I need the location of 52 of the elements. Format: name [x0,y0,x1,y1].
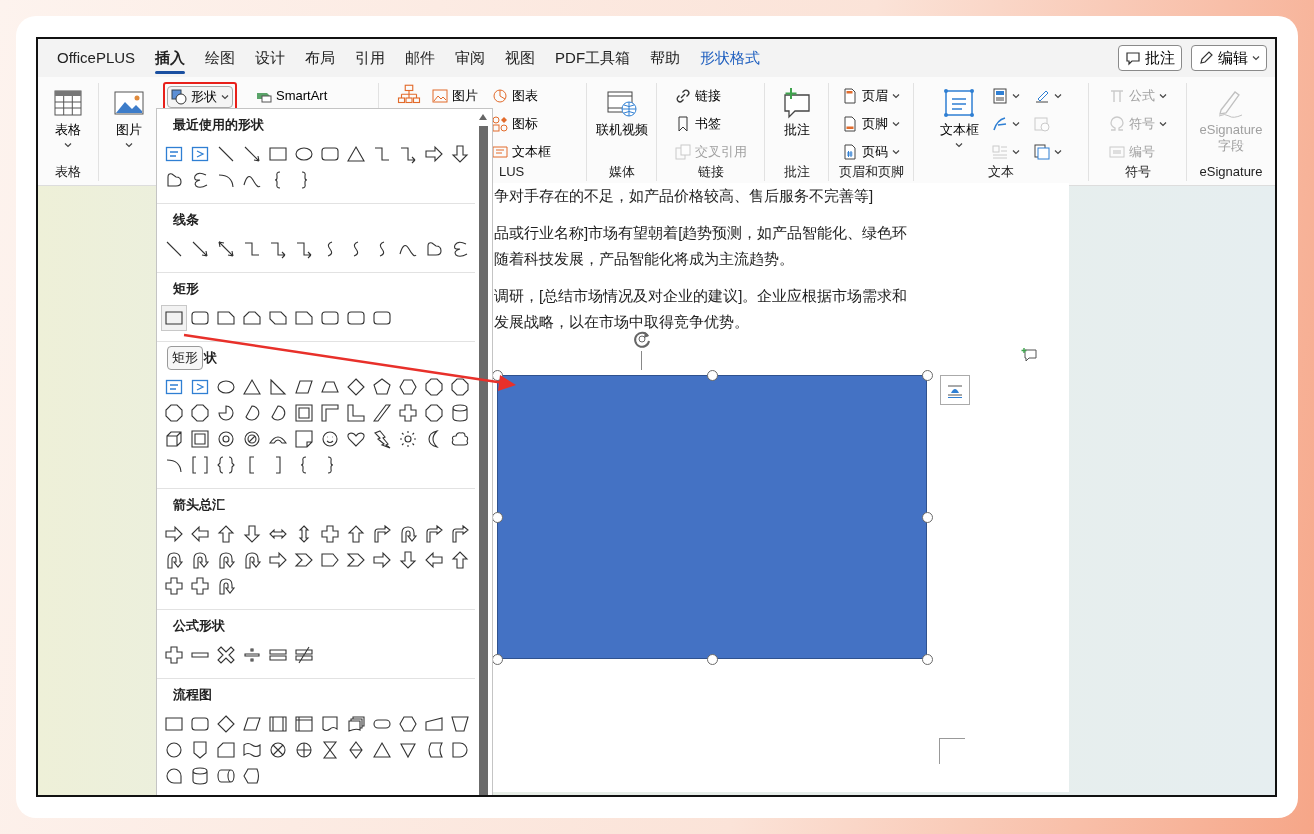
section-title: 箭头总汇 [173,496,225,515]
comment-button[interactable]: 批注 [1118,45,1182,71]
ribbon-button[interactable]: SmartArt [253,85,331,107]
group-label: 链接 [696,163,725,181]
ribbon-button[interactable]: 图表 [489,85,554,107]
document-text: 发展战略，以在市场中取得竞争优势。 [494,312,750,332]
document-text: 调研，[总结市场情况及对企业的建议]。企业应根据市场需求和 [494,286,909,306]
section-title: 最近使用的形状 [173,116,264,135]
group-label: 批注 [782,163,811,181]
ribbon-tab[interactable]: PDF工具箱 [545,39,641,77]
ribbon-tab[interactable]: 审阅 [445,39,496,77]
ribbon-tab[interactable]: 视图 [495,39,546,77]
ribbon-button[interactable]: 批注 [778,85,815,140]
section-title: 公式形状 [173,617,225,636]
ribbon-tab[interactable]: 邮件 [395,39,446,77]
group-label: LUS [498,163,526,181]
section-title: 矩形 [173,280,199,299]
edit-button[interactable]: 编辑 [1191,45,1267,71]
ribbon-button[interactable]: 书签 [671,113,750,135]
ribbon-button[interactable]: 文本框 [489,141,554,163]
ribbon-button[interactable]: 链接 [671,85,750,107]
ribbon-button[interactable]: 表格 [50,85,86,151]
ribbon-button[interactable]: 形状 [167,86,233,108]
ribbon-button[interactable]: 页码 [839,141,903,163]
ribbon-tab[interactable]: 帮助 [640,39,691,77]
document-text: 随着科技发展，产品智能化将成为主流趋势。 [494,249,795,269]
group-label: 符号 [1123,163,1152,181]
group-label: eSignature [1198,163,1264,181]
group-label: 页眉和页脚 [837,163,905,181]
tooltip: 矩形 [167,346,203,370]
ribbon-tab[interactable]: 布局 [295,39,346,77]
document-text: 品或行业名称]市场有望朝着[趋势预测，如产品智能化、绿色环 [494,223,909,243]
ribbon-button[interactable]: 图标 [489,113,554,135]
ribbon-tab[interactable]: 绘图 [195,39,246,77]
ribbon-button[interactable]: 页脚 [839,113,903,135]
ribbon-button[interactable]: 联机视频 [593,85,650,140]
ribbon-tab[interactable]: OfficePLUS [47,39,146,77]
ribbon-button[interactable]: 图片 [111,85,147,151]
ribbon-tab[interactable]: 形状格式 [690,39,771,77]
section-title: 线条 [173,211,199,230]
document-text: 争对手存在的不足，如产品价格较高、售后服务不完善等] [494,186,875,206]
ribbon-button[interactable]: 文本框 [937,85,981,151]
ribbon-tab[interactable]: 引用 [345,39,396,77]
ribbon-tab[interactable]: 插入 [145,39,196,77]
ribbon-tab[interactable]: 设计 [245,39,296,77]
group-label: 文本 [987,163,1015,181]
section-title: 流程图 [173,686,212,705]
group-label: 表格 [54,163,82,181]
ribbon-button[interactable]: 图片 [429,85,481,107]
section-title: 状 [204,349,217,368]
group-label: 媒体 [607,163,636,181]
ribbon-button[interactable]: 页眉 [839,85,903,107]
